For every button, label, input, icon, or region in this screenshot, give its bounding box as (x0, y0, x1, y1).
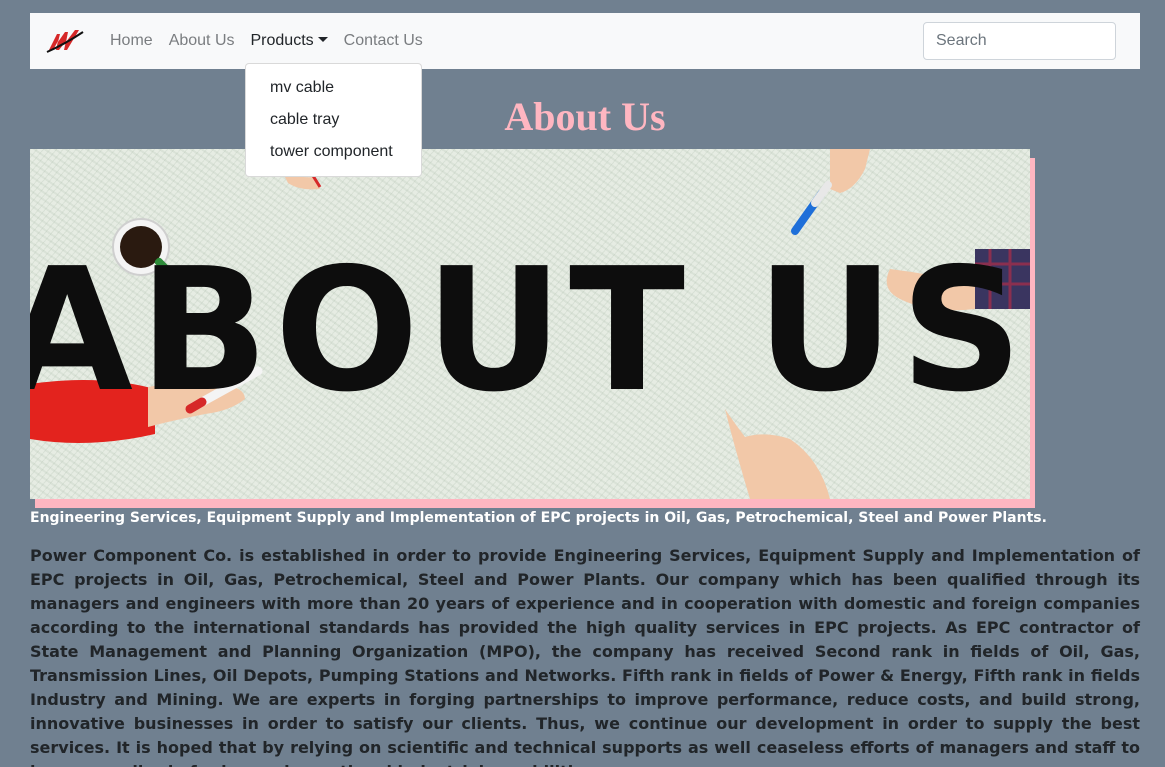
nav-links: Home About Us Products Contact Us (110, 13, 439, 69)
products-dropdown-menu: mv cable cable tray tower component (245, 63, 422, 177)
dropdown-item-cable-tray[interactable]: cable tray (246, 104, 421, 136)
about-us-banner-image: ABOUT US (30, 149, 1030, 499)
nav-about-link[interactable]: About Us (169, 32, 235, 50)
caret-down-icon (317, 37, 328, 42)
top-navbar: Home About Us Products Contact Us (30, 13, 1140, 69)
search-input[interactable] (923, 22, 1116, 60)
nav-home-link[interactable]: Home (110, 32, 153, 50)
about-body-text: Power Component Co. is established in or… (30, 546, 1140, 767)
banner-illustration: ABOUT US (30, 149, 1030, 499)
dropdown-item-tower-component[interactable]: tower component (246, 136, 421, 168)
dropdown-item-mv-cable[interactable]: mv cable (246, 72, 421, 104)
page-subtitle: Engineering Services, Equipment Supply a… (30, 510, 1047, 526)
page-title: About Us (504, 94, 666, 139)
brand-logo-icon[interactable] (45, 26, 85, 56)
nav-products-label: Products (250, 32, 314, 49)
nav-products-dropdown-toggle[interactable]: Products (251, 32, 328, 50)
nav-contact-link[interactable]: Contact Us (344, 32, 423, 50)
banner-text: ABOUT US (30, 232, 1029, 430)
